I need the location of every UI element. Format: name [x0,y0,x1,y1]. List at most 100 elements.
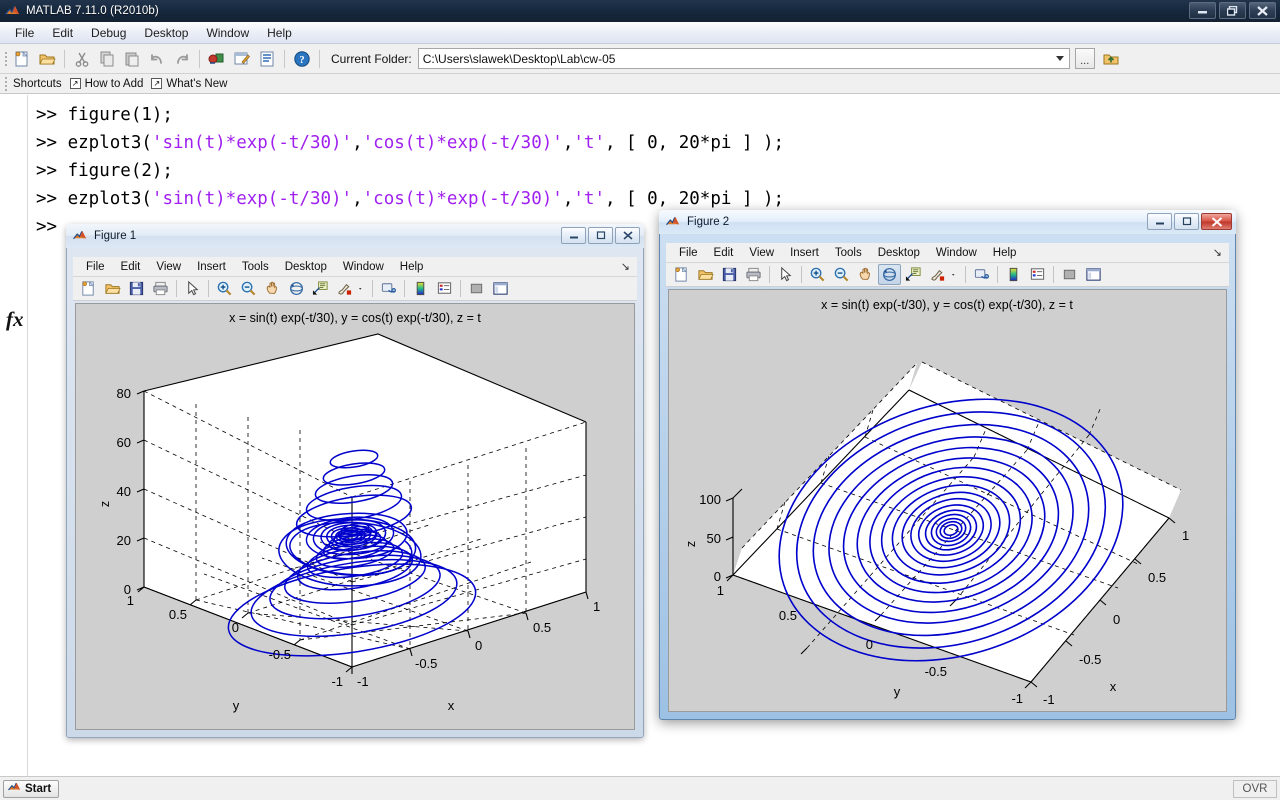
figure-1-menu-edit[interactable]: Edit [113,260,149,274]
command-prompt: >> [36,161,68,181]
show-plot-tools-icon[interactable] [1082,264,1105,285]
zoom-out-icon[interactable] [237,278,260,299]
new-figure-icon[interactable] [77,278,100,299]
copy-icon[interactable] [95,47,119,71]
command-string-literal: 'cos(t)*exp(-t/30)' [362,189,563,209]
show-plot-tools-icon[interactable] [489,278,512,299]
start-button[interactable]: Start [3,779,60,798]
figure-2-minimize-button[interactable] [1147,213,1172,230]
figure-2-menu-desktop[interactable]: Desktop [870,246,928,260]
figure-1-xtick-m1: -1 [357,674,369,689]
figure-2-dock-icon[interactable]: ↘ [1213,246,1222,259]
figure-1-menu-help[interactable]: Help [392,260,432,274]
legend-icon[interactable] [1026,264,1049,285]
figure-1-minimize-button[interactable] [561,227,586,244]
figure-2-menu-insert[interactable]: Insert [782,246,827,260]
toolbar-separator [319,49,320,68]
browse-folder-button[interactable]: ... [1074,48,1095,69]
menu-help[interactable]: Help [258,24,301,42]
undo-icon[interactable] [145,47,169,71]
close-button[interactable] [1249,2,1276,19]
zoom-out-icon[interactable] [830,264,853,285]
restore-button[interactable] [1219,2,1246,19]
print-figure-icon[interactable] [742,264,765,285]
figure-1-menu-insert[interactable]: Insert [189,260,234,274]
save-figure-icon[interactable] [718,264,741,285]
data-cursor-icon[interactable] [309,278,332,299]
figure-1-close-button[interactable] [615,227,640,244]
figure-1-menu-desktop[interactable]: Desktop [277,260,335,274]
figure-2-menu-file[interactable]: File [671,246,706,260]
edit-plot-pointer-icon[interactable] [774,264,797,285]
figure-1-restore-button[interactable] [588,227,613,244]
figure-2-close-button[interactable] [1201,213,1232,230]
up-folder-icon[interactable] [1099,47,1123,71]
toolbar-separator [284,49,285,68]
menu-file[interactable]: File [6,24,43,42]
brush-dropdown-icon[interactable] [950,264,961,285]
figure-1-window[interactable]: Figure 1 File Edit View Insert Tools Des… [66,224,644,738]
zoom-in-icon[interactable] [806,264,829,285]
data-cursor-icon[interactable] [902,264,925,285]
figure-2-menu-view[interactable]: View [741,246,782,260]
open-file-icon[interactable] [101,278,124,299]
shortcut-whats-new[interactable]: ↗ What's New [151,78,227,90]
menu-desktop[interactable]: Desktop [135,24,197,42]
function-browser-icon[interactable]: fx [6,307,24,332]
hide-plot-tools-icon[interactable] [465,278,488,299]
figure-2-restore-button[interactable] [1174,213,1199,230]
open-file-icon[interactable] [694,264,717,285]
help-icon[interactable]: ? [290,47,314,71]
chevron-down-icon[interactable] [1055,56,1064,61]
figure-1-dock-icon[interactable]: ↘ [621,260,630,273]
brush-icon[interactable] [333,278,356,299]
new-figure-icon[interactable] [670,264,693,285]
link-plot-icon[interactable] [377,278,400,299]
colorbar-icon[interactable] [1002,264,1025,285]
redo-icon[interactable] [170,47,194,71]
figure-2-window[interactable]: Figure 2 File Edit View Insert Tools Des… [659,210,1236,720]
current-folder-combobox[interactable]: C:\Users\slawek\Desktop\Lab\cw-05 [417,48,1070,69]
figure-2-menu-window[interactable]: Window [928,246,985,260]
pan-icon[interactable] [854,264,877,285]
guide-icon[interactable] [230,47,254,71]
figure-2-menu-edit[interactable]: Edit [706,246,742,260]
rotate-3d-icon[interactable] [285,278,308,299]
figure-1-menu-window[interactable]: Window [335,260,392,274]
command-string-literal: 't' [573,189,605,209]
figure-2-canvas[interactable]: x = sin(t) exp(-t/30), y = cos(t) exp(-t… [668,289,1227,712]
figure-2-xlabel: x [1110,679,1117,694]
rotate-3d-icon[interactable] [878,264,901,285]
figure-1-menu-tools[interactable]: Tools [234,260,277,274]
simulink-icon[interactable] [205,47,229,71]
colorbar-icon[interactable] [409,278,432,299]
figure-toolbar-separator [176,280,177,297]
brush-dropdown-icon[interactable] [357,278,368,299]
minimize-button[interactable] [1189,2,1216,19]
figure-2-menu-tools[interactable]: Tools [827,246,870,260]
link-plot-icon[interactable] [970,264,993,285]
profiler-icon[interactable] [255,47,279,71]
figure-1-menu-file[interactable]: File [78,260,113,274]
print-figure-icon[interactable] [149,278,172,299]
cut-icon[interactable] [70,47,94,71]
open-folder-icon[interactable] [35,47,59,71]
zoom-in-icon[interactable] [213,278,236,299]
figure-2-menu-help[interactable]: Help [985,246,1025,260]
figure-1-canvas[interactable]: x = sin(t) exp(-t/30), y = cos(t) exp(-t… [75,303,635,730]
menu-window[interactable]: Window [197,24,258,42]
save-figure-icon[interactable] [125,278,148,299]
shortcuts-grip[interactable] [3,74,9,94]
brush-icon[interactable] [926,264,949,285]
menu-debug[interactable]: Debug [82,24,135,42]
edit-plot-pointer-icon[interactable] [181,278,204,299]
menu-edit[interactable]: Edit [43,24,82,42]
legend-icon[interactable] [433,278,456,299]
toolbar-grip[interactable] [3,49,9,69]
new-script-icon[interactable] [10,47,34,71]
figure-1-menu-view[interactable]: View [148,260,189,274]
hide-plot-tools-icon[interactable] [1058,264,1081,285]
paste-icon[interactable] [120,47,144,71]
pan-icon[interactable] [261,278,284,299]
shortcut-how-to-add[interactable]: ↗ How to Add [69,78,143,90]
